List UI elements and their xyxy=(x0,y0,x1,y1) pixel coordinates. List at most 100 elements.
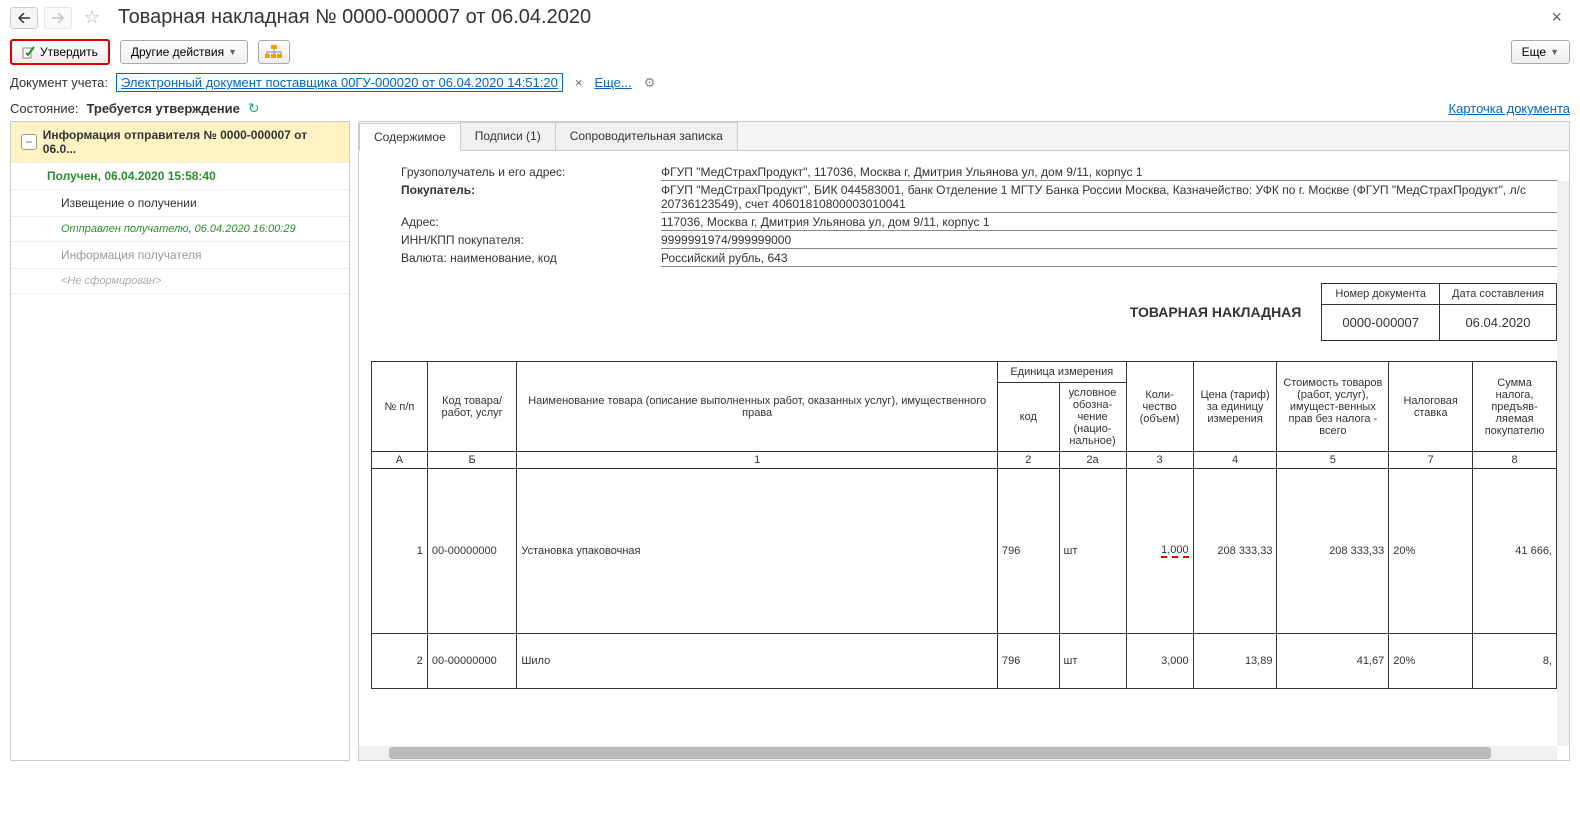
doc-num-header: Номер документа xyxy=(1322,284,1439,305)
cell-uname: шт xyxy=(1059,469,1126,634)
cell-ucode: 796 xyxy=(998,634,1059,689)
th-num: № п/п xyxy=(372,362,428,452)
cell-rate: 20% xyxy=(1389,469,1473,634)
doc-more-link[interactable]: Еще... xyxy=(594,75,631,90)
approve-label: Утвердить xyxy=(40,45,98,59)
th-col-1: 1 xyxy=(517,452,998,469)
vertical-scrollbar[interactable] xyxy=(1557,181,1569,746)
th-price: Цена (тариф) за единицу измерения xyxy=(1193,362,1277,452)
buyer-label: Покупатель: xyxy=(401,183,661,213)
tab-signatures[interactable]: Подписи (1) xyxy=(460,122,556,150)
cell-name: Установка упаковочная xyxy=(517,469,998,634)
cell-ucode: 796 xyxy=(998,469,1059,634)
state-value: Требуется утверждение xyxy=(86,101,239,116)
arrow-right-icon xyxy=(52,13,64,23)
doc-date-value: 06.04.2020 xyxy=(1440,305,1556,340)
currency-label: Валюта: наименование, код xyxy=(401,251,661,267)
th-rate: Налоговая ставка xyxy=(1389,362,1473,452)
cell-num: 2 xyxy=(372,634,428,689)
th-unit-code: код xyxy=(998,383,1059,452)
doc-date-header: Дата составления xyxy=(1440,284,1556,305)
th-col-8: 8 xyxy=(1473,452,1557,469)
doc-account-link[interactable]: Электронный документ поставщика 00ГУ-000… xyxy=(116,73,563,92)
doc-num-value: 0000-000007 xyxy=(1322,305,1439,340)
scroll-thumb[interactable] xyxy=(389,747,1491,759)
refresh-icon[interactable]: ↻ xyxy=(248,100,260,117)
th-sum: Стоимость товаров (работ, услуг), имущес… xyxy=(1277,362,1389,452)
close-button[interactable]: × xyxy=(1543,7,1570,28)
th-name: Наименование товара (описание выполненны… xyxy=(517,362,998,452)
buyer-value: ФГУП "МедСтрахПродукт", БИК 044583001, б… xyxy=(661,183,1557,213)
clear-link-button[interactable]: × xyxy=(571,75,587,90)
tab-content[interactable]: Содержимое xyxy=(359,123,461,151)
consignee-label: Грузополучатель и его адрес: xyxy=(401,165,661,181)
th-unit-name: условное обозна-чение (нацио-нальное) xyxy=(1059,383,1126,452)
sidebar-recipient-info[interactable]: Информация получателя xyxy=(11,242,349,269)
cell-sum: 41,67 xyxy=(1277,634,1389,689)
th-tax: Сумма налога, предъяв-ляемая покупателю xyxy=(1473,362,1557,452)
invoice-title: ТОВАРНАЯ НАКЛАДНАЯ xyxy=(1130,304,1302,320)
nav-back-button[interactable] xyxy=(10,7,38,29)
collapse-toggle-icon[interactable]: − xyxy=(21,134,37,150)
th-col-5: 5 xyxy=(1277,452,1389,469)
invoice-number-box: Номер документа 0000-000007 Дата составл… xyxy=(1321,283,1557,341)
th-unit: Единица измерения xyxy=(998,362,1127,383)
cell-qty[interactable]: 1,000 xyxy=(1126,469,1193,634)
dropdown-caret-icon: ▼ xyxy=(1550,47,1559,57)
cell-price: 208 333,33 xyxy=(1193,469,1277,634)
sidebar: − Информация отправителя № 0000-000007 о… xyxy=(10,121,350,761)
horizontal-scrollbar[interactable] xyxy=(359,746,1557,760)
table-row[interactable]: 1 00-00000000 Установка упаковочная 796 … xyxy=(372,469,1557,634)
nav-forward-button[interactable] xyxy=(44,7,72,29)
th-qty: Коли-чество (объем) xyxy=(1126,362,1193,452)
th-col-4: 4 xyxy=(1193,452,1277,469)
cell-price: 13,89 xyxy=(1193,634,1277,689)
inn-value: 9999991974/999999000 xyxy=(661,233,1557,249)
th-col-b: Б xyxy=(427,452,516,469)
inn-label: ИНН/КПП покупателя: xyxy=(401,233,661,249)
state-label: Состояние: xyxy=(10,101,78,116)
cell-qty[interactable]: 3,000 xyxy=(1126,634,1193,689)
page-title: Товарная накладная № 0000-000007 от 06.0… xyxy=(118,6,1537,29)
cell-rate: 20% xyxy=(1389,634,1473,689)
address-label: Адрес: xyxy=(401,215,661,231)
favorite-star-icon[interactable]: ☆ xyxy=(82,8,102,28)
other-actions-button[interactable]: Другие действия ▼ xyxy=(120,40,248,64)
more-label: Еще xyxy=(1522,45,1546,59)
gear-icon[interactable]: ⚙ xyxy=(644,75,656,91)
sidebar-sender-label: Информация отправителя № 0000-000007 от … xyxy=(43,128,339,156)
sidebar-received-status: Получен, 06.04.2020 15:58:40 xyxy=(11,163,349,190)
document-card-link[interactable]: Карточка документа xyxy=(1449,101,1570,116)
other-actions-label: Другие действия xyxy=(131,45,224,59)
th-col-3: 3 xyxy=(1126,452,1193,469)
address-value: 117036, Москва г, Дмитрия Ульянова ул, д… xyxy=(661,215,1557,231)
consignee-value: ФГУП "МедСтрахПродукт", 117036, Москва г… xyxy=(661,165,1557,181)
doc-account-label: Документ учета: xyxy=(10,75,108,90)
dropdown-caret-icon: ▼ xyxy=(228,47,237,57)
cell-tax: 8, xyxy=(1473,634,1557,689)
document-body: Грузополучатель и его адрес:ФГУП "МедСтр… xyxy=(359,151,1569,760)
tab-note[interactable]: Сопроводительная записка xyxy=(555,122,738,150)
table-row[interactable]: 2 00-00000000 Шило 796 шт 3,000 13,89 41… xyxy=(372,634,1557,689)
cell-tax: 41 666, xyxy=(1473,469,1557,634)
approve-button[interactable]: Утвердить xyxy=(10,39,110,65)
sidebar-sender-info[interactable]: − Информация отправителя № 0000-000007 о… xyxy=(11,122,349,163)
cell-code: 00-00000000 xyxy=(427,634,516,689)
th-col-2a: 2а xyxy=(1059,452,1126,469)
th-col-7: 7 xyxy=(1389,452,1473,469)
cell-name: Шило xyxy=(517,634,998,689)
cell-uname: шт xyxy=(1059,634,1126,689)
th-code: Код товара/ работ, услуг xyxy=(427,362,516,452)
hierarchy-icon xyxy=(265,45,283,59)
sidebar-sent-status: Отправлен получателю, 06.04.2020 16:00:2… xyxy=(11,217,349,242)
currency-value: Российский рубль, 643 xyxy=(661,251,1557,267)
sidebar-receipt-notice[interactable]: Извещение о получении xyxy=(11,190,349,217)
cell-code: 00-00000000 xyxy=(427,469,516,634)
more-button[interactable]: Еще ▼ xyxy=(1511,40,1570,64)
hierarchy-button[interactable] xyxy=(258,40,290,64)
th-col-a: А xyxy=(372,452,428,469)
approve-icon xyxy=(22,45,36,59)
sidebar-not-formed: <Не сформирован> xyxy=(11,269,349,294)
invoice-table: № п/п Код товара/ работ, услуг Наименова… xyxy=(371,361,1557,689)
cell-num: 1 xyxy=(372,469,428,634)
